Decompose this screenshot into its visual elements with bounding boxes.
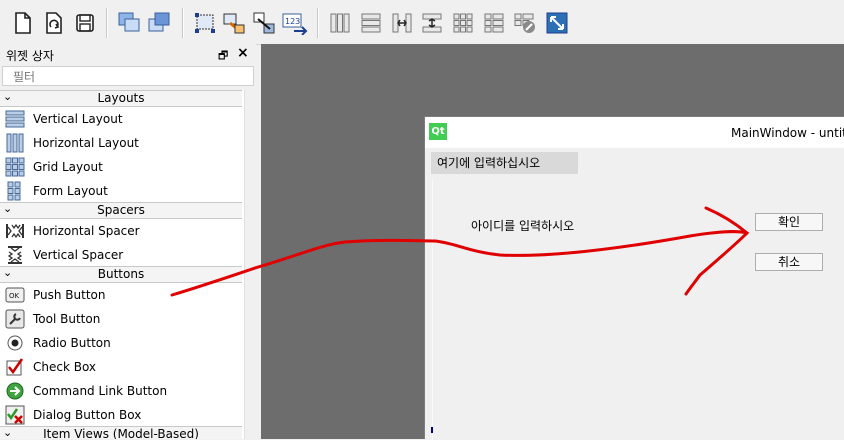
form-layout-icon <box>5 181 25 201</box>
widget-item-label: Tool Button <box>33 312 101 326</box>
layout-form-icon[interactable] <box>481 10 507 36</box>
layout-horizontal-icon[interactable] <box>327 10 353 36</box>
ok-button[interactable]: 확인 <box>755 213 823 231</box>
edit-widgets-icon[interactable] <box>192 10 218 36</box>
widget-item-horizontal-spacer[interactable]: Horizontal Spacer <box>0 219 244 243</box>
dialog-button-box-icon <box>5 405 25 425</box>
open-file-icon[interactable] <box>41 10 67 36</box>
widget-list: ⌄ Layouts Vertical Layout Horizontal Lay… <box>0 90 244 439</box>
edit-buddies-icon[interactable] <box>251 10 277 36</box>
svg-text:123: 123 <box>285 17 300 26</box>
category-label: Item Views (Model-Based) <box>43 427 199 439</box>
category-buttons[interactable]: ⌄ Buttons <box>0 266 242 283</box>
widget-box-title: 위젯 상자 <box>6 49 54 63</box>
radio-button-icon <box>5 333 25 353</box>
widget-item-label: Vertical Layout <box>33 112 123 126</box>
layout-vertical-splitter-icon[interactable] <box>419 10 445 36</box>
widget-item-grid-layout[interactable]: Grid Layout <box>0 155 244 179</box>
filter-field[interactable] <box>2 66 254 86</box>
horizontal-layout-icon <box>5 133 25 153</box>
vertical-spacer-icon <box>5 245 25 265</box>
widget-box-titlebar: 위젯 상자 🗗 × <box>0 44 256 64</box>
widget-item-label: Form Layout <box>33 184 108 198</box>
category-spacers[interactable]: ⌄ Spacers <box>0 202 242 219</box>
float-panel-icon[interactable]: 🗗 <box>218 47 228 66</box>
form-window[interactable]: Qt MainWindow - untitle 여기에 입력하십시오 아이디를 … <box>424 116 844 440</box>
category-label: Buttons <box>97 267 145 281</box>
menu-type-here[interactable]: 여기에 입력하십시오 <box>431 152 578 174</box>
form-marker <box>431 427 433 433</box>
category-item-views[interactable]: ⌄ Item Views (Model-Based) <box>0 426 242 439</box>
vertical-layout-icon <box>5 109 25 129</box>
adjust-size-icon[interactable] <box>544 10 570 36</box>
edit-signals-slots-icon[interactable] <box>221 10 247 36</box>
widget-item-tool-button[interactable]: Tool Button <box>0 307 244 331</box>
category-layouts[interactable]: ⌄ Layouts <box>0 90 242 107</box>
send-to-back-icon[interactable] <box>117 10 143 36</box>
grid-layout-icon <box>5 157 25 177</box>
category-label: Spacers <box>97 203 145 217</box>
break-layout-icon[interactable] <box>512 10 538 36</box>
form-menubar: 여기에 입력하십시오 <box>425 148 844 177</box>
widget-item-label: Push Button <box>33 288 106 302</box>
widget-item-label: Dialog Button Box <box>33 408 142 422</box>
widget-item-check-box[interactable]: Check Box <box>0 355 244 379</box>
widget-item-dialog-button-box[interactable]: Dialog Button Box <box>0 403 244 427</box>
widget-item-label: Command Link Button <box>33 384 168 398</box>
layout-vertical-icon[interactable] <box>358 10 384 36</box>
layout-horizontal-splitter-icon[interactable] <box>389 10 415 36</box>
widget-item-label: Horizontal Layout <box>33 136 139 150</box>
svg-text:OK: OK <box>9 292 20 300</box>
toolbar-separator <box>182 8 184 38</box>
widget-item-label: Vertical Spacer <box>33 248 124 262</box>
save-icon[interactable] <box>72 10 98 36</box>
category-label: Layouts <box>97 91 145 105</box>
close-icon[interactable]: × <box>237 45 249 61</box>
id-label[interactable]: 아이디를 입력하시오 <box>471 217 574 234</box>
widget-item-label: Radio Button <box>33 336 111 350</box>
widget-item-vertical-layout[interactable]: Vertical Layout <box>0 107 244 131</box>
check-box-icon <box>5 357 25 377</box>
layout-grid-icon[interactable] <box>450 10 476 36</box>
tool-button-icon <box>5 309 25 329</box>
widget-item-command-link-button[interactable]: Command Link Button <box>0 379 244 403</box>
bring-to-front-icon[interactable] <box>147 10 173 36</box>
form-window-title: MainWindow - untitle <box>731 126 844 140</box>
widget-box-scrollbar[interactable] <box>244 90 257 439</box>
widget-item-label: Check Box <box>33 360 97 374</box>
widget-item-label: Grid Layout <box>33 160 103 174</box>
toolbar-separator <box>317 8 319 38</box>
qt-logo-icon: Qt <box>429 123 447 140</box>
cancel-button[interactable]: 취소 <box>755 253 823 271</box>
widget-item-radio-button[interactable]: Radio Button <box>0 331 244 355</box>
designer-toolbar: 123 <box>0 0 844 45</box>
widget-item-vertical-spacer[interactable]: Vertical Spacer <box>0 243 244 267</box>
command-link-icon <box>5 381 25 401</box>
widget-item-horizontal-layout[interactable]: Horizontal Layout <box>0 131 244 155</box>
widget-item-label: Horizontal Spacer <box>33 224 140 238</box>
horizontal-spacer-icon <box>5 221 25 241</box>
widget-item-push-button[interactable]: OK Push Button <box>0 283 244 307</box>
form-titlebar: Qt MainWindow - untitle <box>425 117 844 148</box>
push-button-icon: OK <box>5 285 25 305</box>
filter-input[interactable] <box>11 68 251 86</box>
widget-box-panel: 위젯 상자 🗗 × ⌄ Layouts Vertical Layout Hori… <box>0 44 257 439</box>
widget-item-form-layout[interactable]: Form Layout <box>0 179 244 203</box>
new-file-icon[interactable] <box>10 10 36 36</box>
toolbar-separator <box>106 8 108 38</box>
edit-tab-order-icon[interactable]: 123 <box>282 10 308 36</box>
